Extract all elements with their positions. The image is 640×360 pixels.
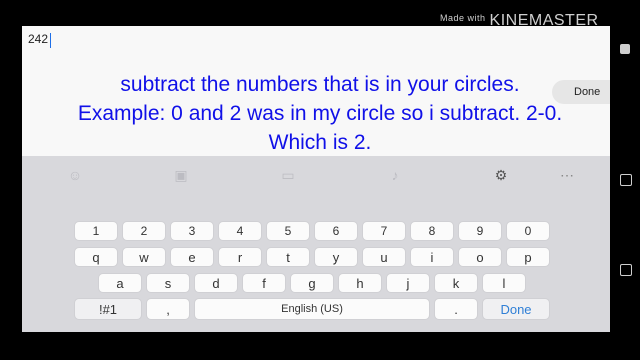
- kinemaster-watermark: Made with KINEMASTER: [440, 12, 599, 29]
- done-key[interactable]: Done: [482, 298, 550, 320]
- key-0[interactable]: 0: [506, 221, 550, 241]
- text-caret: [50, 33, 51, 48]
- input-text: 242: [28, 32, 49, 46]
- instruction-overlay: subtract the numbers that is in your cir…: [0, 70, 640, 157]
- key-f[interactable]: f: [242, 273, 286, 293]
- key-e[interactable]: e: [170, 247, 214, 267]
- symbols-key[interactable]: !#1: [74, 298, 142, 320]
- overlay-line-1: subtract the numbers that is in your cir…: [120, 73, 520, 96]
- key-t[interactable]: t: [266, 247, 310, 267]
- key-8[interactable]: 8: [410, 221, 454, 241]
- emoji-icon[interactable]: ☺: [66, 166, 84, 184]
- sticker-icon[interactable]: ▣: [172, 166, 190, 184]
- key-7[interactable]: 7: [362, 221, 406, 241]
- key-3[interactable]: 3: [170, 221, 214, 241]
- stop-icon[interactable]: [620, 44, 630, 54]
- key-w[interactable]: w: [122, 247, 166, 267]
- key-d[interactable]: d: [194, 273, 238, 293]
- key-u[interactable]: u: [362, 247, 406, 267]
- key-q[interactable]: q: [74, 247, 118, 267]
- recent-apps-icon[interactable]: [620, 174, 632, 186]
- space-key[interactable]: English (US): [194, 298, 430, 320]
- more-icon[interactable]: ⋯: [558, 166, 576, 184]
- comma-key[interactable]: ,: [146, 298, 190, 320]
- key-r[interactable]: r: [218, 247, 262, 267]
- key-4[interactable]: 4: [218, 221, 262, 241]
- key-1[interactable]: 1: [74, 221, 118, 241]
- overlay-line-3: Which is 2.: [268, 131, 372, 154]
- key-p[interactable]: p: [506, 247, 550, 267]
- key-5[interactable]: 5: [266, 221, 310, 241]
- key-k[interactable]: k: [434, 273, 478, 293]
- key-9[interactable]: 9: [458, 221, 502, 241]
- key-a[interactable]: a: [98, 273, 142, 293]
- key-6[interactable]: 6: [314, 221, 358, 241]
- key-l[interactable]: l: [482, 273, 526, 293]
- key-y[interactable]: y: [314, 247, 358, 267]
- key-o[interactable]: o: [458, 247, 502, 267]
- overlay-line-2: Example: 0 and 2 was in my circle so i s…: [77, 102, 563, 125]
- key-i[interactable]: i: [410, 247, 454, 267]
- key-2[interactable]: 2: [122, 221, 166, 241]
- key-h[interactable]: h: [338, 273, 382, 293]
- home-icon[interactable]: [620, 264, 632, 276]
- gif-icon[interactable]: ▭: [279, 166, 297, 184]
- period-key[interactable]: .: [434, 298, 478, 320]
- settings-icon[interactable]: ⚙: [492, 166, 510, 184]
- key-j[interactable]: j: [386, 273, 430, 293]
- mic-icon[interactable]: ♪: [386, 166, 404, 184]
- key-g[interactable]: g: [290, 273, 334, 293]
- key-s[interactable]: s: [146, 273, 190, 293]
